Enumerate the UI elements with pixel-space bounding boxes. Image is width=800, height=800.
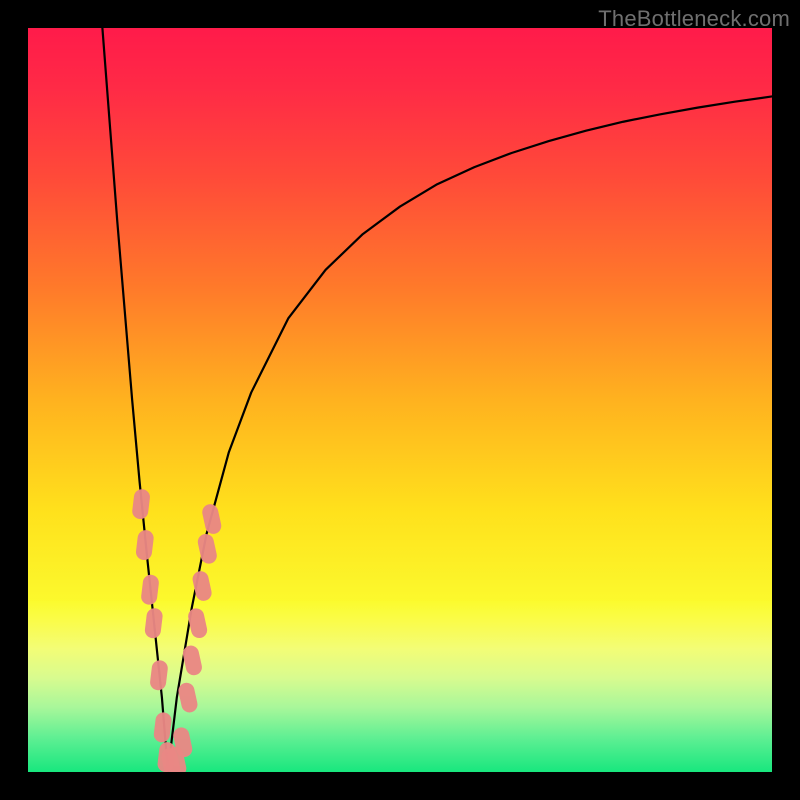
marker-point xyxy=(153,616,155,630)
marker-point xyxy=(181,735,184,749)
chart-frame: TheBottleneck.com xyxy=(0,0,800,800)
marker-point xyxy=(186,691,189,705)
marker-point xyxy=(175,755,178,769)
acceptable-band xyxy=(28,601,772,772)
marker-point xyxy=(196,616,199,630)
watermark-text: TheBottleneck.com xyxy=(598,6,790,32)
chart-svg xyxy=(28,28,772,772)
marker-point xyxy=(210,512,213,526)
marker-point xyxy=(206,542,209,556)
marker-point xyxy=(149,583,151,597)
marker-point xyxy=(162,720,164,734)
marker-point xyxy=(158,668,160,682)
marker-point xyxy=(144,538,146,552)
plot-area xyxy=(28,28,772,772)
marker-point xyxy=(191,654,194,668)
marker-point xyxy=(201,579,204,593)
marker-point xyxy=(140,497,142,511)
